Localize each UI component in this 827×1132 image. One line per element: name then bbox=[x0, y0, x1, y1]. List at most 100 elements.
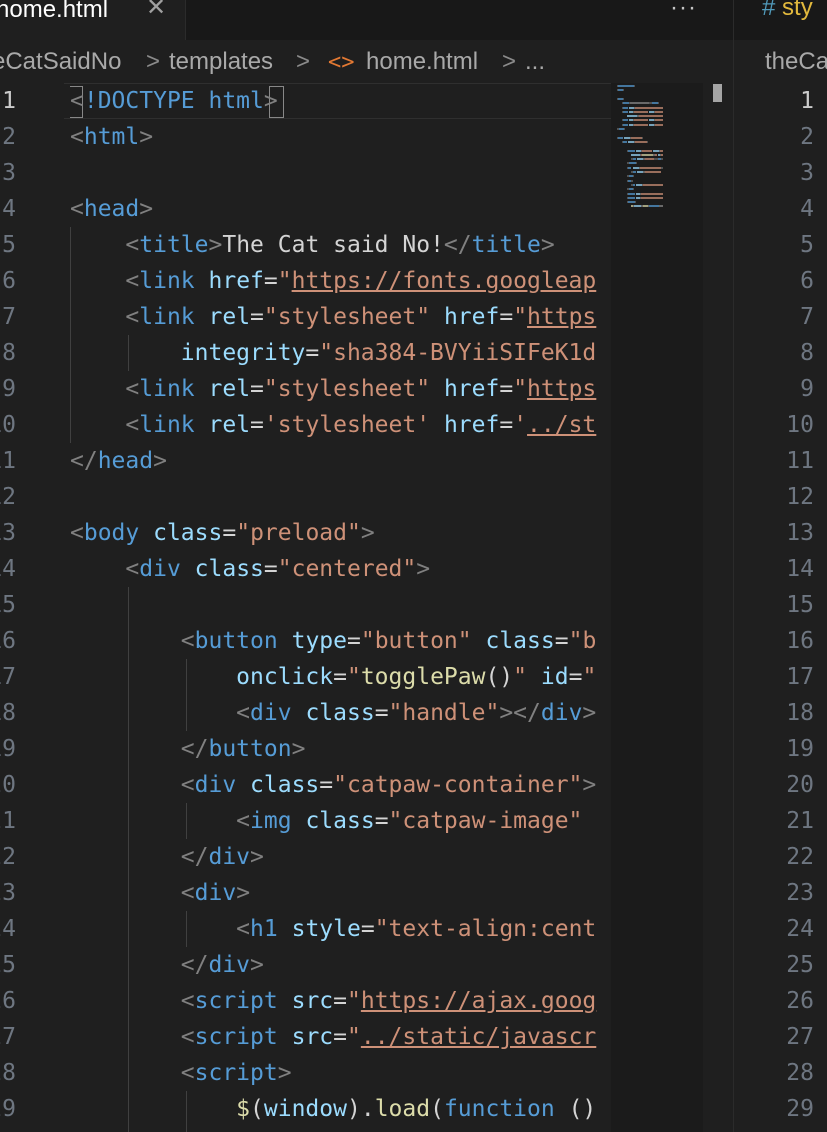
line-number: 16 bbox=[786, 628, 814, 654]
code-line[interactable]: <div> bbox=[70, 875, 250, 911]
code-line[interactable]: </button> bbox=[70, 731, 306, 767]
code-token: The Cat said No! bbox=[222, 232, 444, 258]
close-icon[interactable]: ✕ bbox=[146, 0, 166, 20]
line-number: 20 bbox=[0, 772, 16, 798]
minimap-stroke bbox=[623, 89, 625, 92]
code-line[interactable]: <body class="preload"> bbox=[70, 515, 375, 551]
code-line[interactable]: <link rel='stylesheet' href='../st bbox=[70, 407, 596, 443]
scrollbar-thumb[interactable] bbox=[713, 84, 722, 102]
code-token: "stylesheet" bbox=[263, 376, 431, 402]
line-number: 11 bbox=[786, 448, 814, 474]
minimap-stroke bbox=[627, 149, 635, 152]
code-token: head bbox=[83, 196, 140, 222]
code-line[interactable]: <img class="catpaw-image" bbox=[70, 803, 582, 839]
code-line[interactable]: <script src="https://ajax.goog bbox=[70, 983, 596, 1019]
breadcrumb-templates[interactable]: templates bbox=[169, 48, 273, 76]
code-line[interactable]: </div> bbox=[70, 839, 264, 875]
code-line[interactable]: <title>The Cat said No!</title> bbox=[70, 227, 554, 263]
line-number: 15 bbox=[0, 592, 16, 618]
code-token: > bbox=[236, 880, 251, 906]
code-token: href bbox=[208, 268, 264, 294]
code-line[interactable]: <script> bbox=[70, 1055, 292, 1091]
code-token: src bbox=[291, 1024, 334, 1050]
tab-style-css[interactable]: # sty bbox=[762, 0, 813, 22]
code-line[interactable]: <!DOCTYPE html> bbox=[70, 83, 278, 119]
code-line[interactable]: <div class="handle"></div> bbox=[70, 695, 596, 731]
breadcrumb-folder[interactable]: eCatSaidNo bbox=[0, 48, 121, 76]
minimap-stroke bbox=[635, 201, 637, 204]
code-line[interactable]: $(window).load(function () bbox=[70, 1091, 596, 1127]
line-number: 20 bbox=[786, 772, 814, 798]
code-line[interactable]: <div class="centered"> bbox=[70, 551, 430, 587]
code-token: div bbox=[540, 700, 583, 726]
code-line[interactable]: <h1 style="text-align:cent bbox=[70, 911, 596, 947]
minimap[interactable] bbox=[611, 83, 703, 1132]
code-line[interactable]: <html> bbox=[70, 119, 153, 155]
tab-home-html[interactable]: home.html ✕ bbox=[0, 0, 186, 40]
code-token: style bbox=[291, 916, 361, 942]
line-number: 8 bbox=[800, 340, 814, 366]
breadcrumb-ellipsis[interactable]: ... bbox=[525, 48, 545, 76]
code-token: < bbox=[236, 808, 251, 834]
code-token: class bbox=[194, 556, 264, 582]
code-token: rel bbox=[208, 304, 251, 330]
line-number: 28 bbox=[786, 1060, 814, 1086]
minimap-stroke bbox=[638, 115, 663, 118]
minimap-stroke bbox=[631, 136, 643, 139]
minimap-stroke bbox=[644, 171, 662, 173]
code-token: div bbox=[194, 880, 237, 906]
vertical-scrollbar[interactable] bbox=[703, 83, 733, 1132]
minimap-stroke bbox=[636, 162, 638, 165]
code-line[interactable]: onclick="togglePaw()" id=" bbox=[70, 659, 596, 695]
code-line[interactable]: <head> bbox=[70, 191, 153, 227]
code-editor[interactable]: <!DOCTYPE html> <html> <head> <title>The C… bbox=[70, 83, 611, 1132]
code-line[interactable]: <link href="https://fonts.googleap bbox=[70, 263, 596, 299]
code-token: > bbox=[277, 1060, 292, 1086]
minimap-stroke bbox=[629, 162, 637, 165]
code-token: = bbox=[333, 988, 347, 1014]
code-token: < bbox=[236, 700, 251, 726]
minimap-stroke bbox=[633, 85, 635, 87]
code-line[interactable]: <div class="catpaw-container"> bbox=[70, 767, 596, 803]
code-token: < bbox=[70, 196, 84, 222]
code-line[interactable]: <button type="button" class="b bbox=[70, 623, 597, 659]
code-token: ../static/javascr bbox=[360, 1024, 597, 1050]
line-number: 13 bbox=[786, 520, 814, 546]
code-token: ../st bbox=[527, 412, 597, 438]
code-token: img bbox=[250, 808, 292, 834]
code-line[interactable]: <link rel="stylesheet" href="https bbox=[70, 299, 596, 335]
code-line[interactable]: <script src="../static/javascr bbox=[70, 1019, 596, 1055]
more-actions-button[interactable]: ··· bbox=[670, 0, 697, 22]
line-number: 24 bbox=[786, 916, 814, 942]
line-number: 8 bbox=[2, 340, 16, 366]
code-line[interactable]: </head> bbox=[70, 443, 167, 479]
code-token: title bbox=[471, 232, 541, 258]
code-token: > bbox=[416, 556, 431, 582]
code-line[interactable]: </div> bbox=[70, 947, 264, 983]
code-token: = bbox=[499, 304, 514, 330]
line-number: 4 bbox=[800, 196, 814, 222]
line-number: 2 bbox=[2, 124, 16, 150]
breadcrumb-file[interactable]: home.html bbox=[366, 48, 478, 76]
code-line[interactable]: integrity="sha384-BVYiiSIFeK1d bbox=[70, 335, 596, 371]
code-token: < bbox=[125, 304, 140, 330]
minimap-stroke bbox=[623, 110, 628, 113]
code-token: > bbox=[263, 88, 278, 114]
code-token: = bbox=[346, 628, 361, 654]
minimap-stroke bbox=[618, 136, 623, 139]
code-line[interactable]: <link rel="stylesheet" href="https bbox=[70, 371, 596, 407]
code-token: = bbox=[319, 772, 334, 798]
code-token: "handle" bbox=[388, 700, 500, 726]
right-breadcrumb[interactable]: theCa bbox=[765, 48, 827, 76]
code-token: h1 bbox=[250, 916, 278, 942]
code-token: ( bbox=[250, 1096, 264, 1122]
code-token: ></ bbox=[499, 700, 541, 726]
